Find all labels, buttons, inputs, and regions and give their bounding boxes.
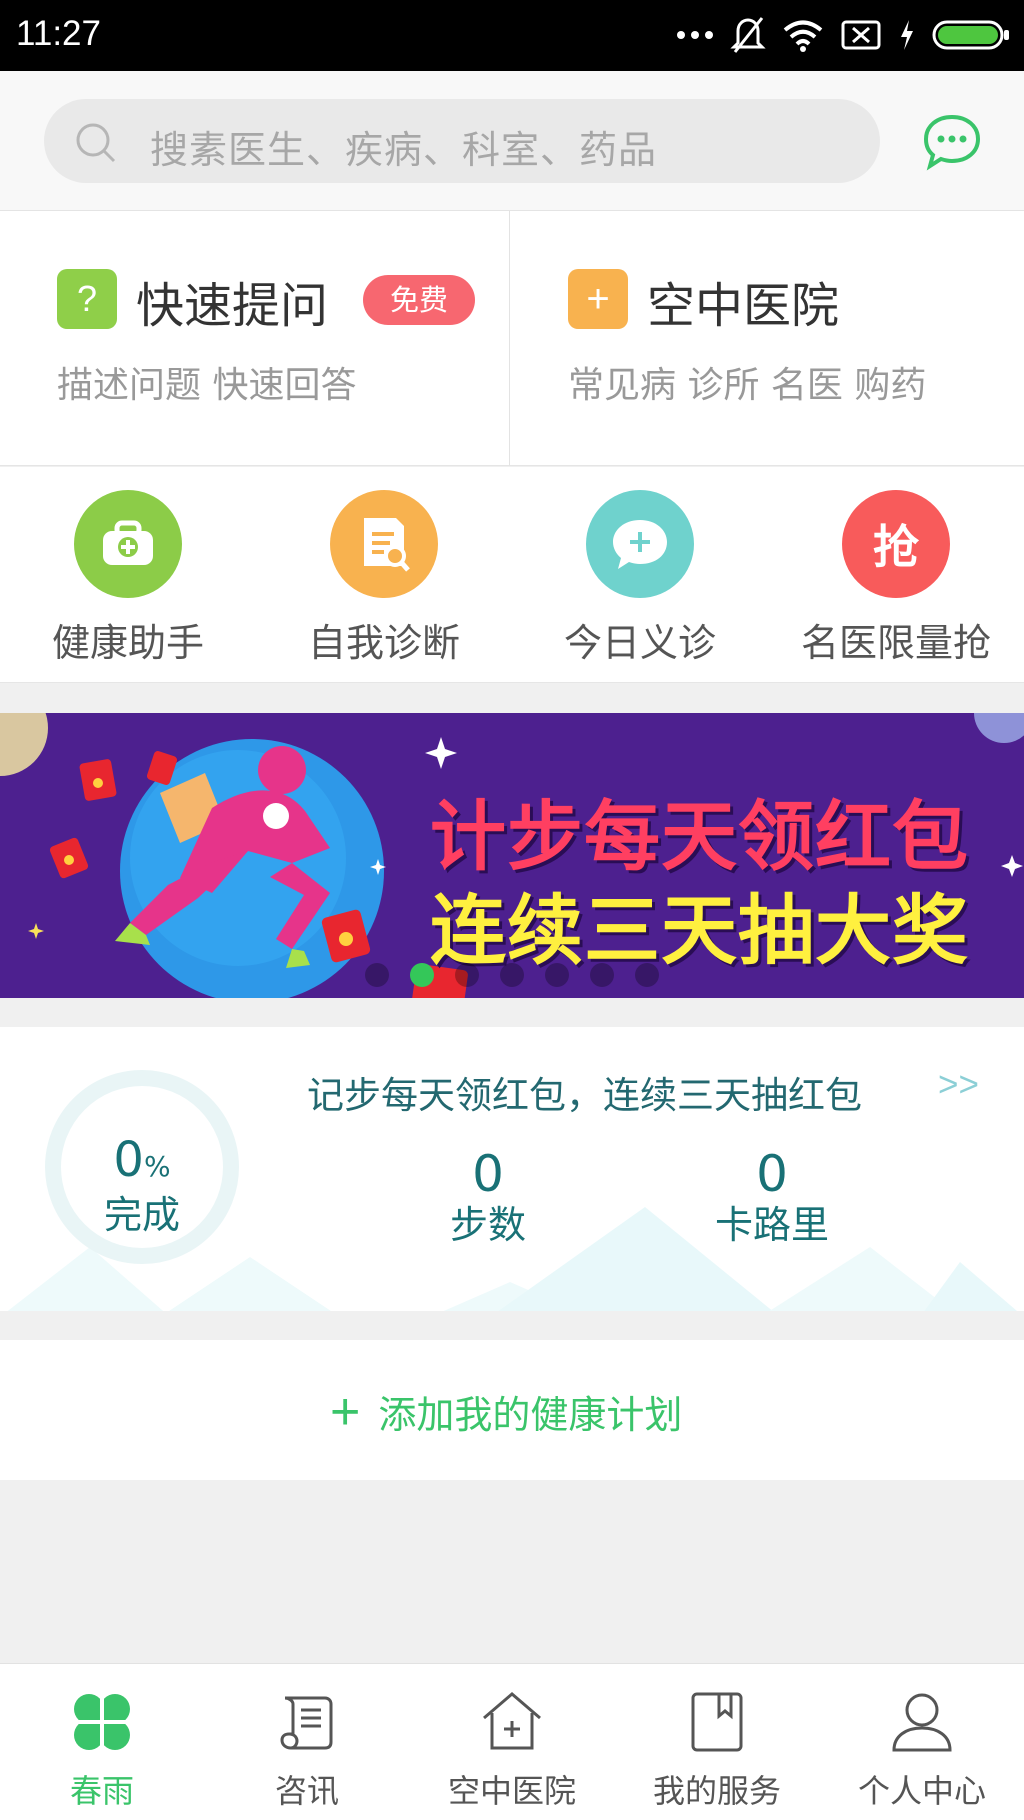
- nav-label-profile: 个人中心: [857, 1772, 986, 1810]
- bottom-navigation: 春雨 咨讯 空中医院 我的服务 个人中心: [0, 1663, 1024, 1820]
- status-bar: 11:27: [0, 0, 1024, 71]
- nav-item-news[interactable]: 咨讯: [205, 1686, 409, 1814]
- hospital-house-icon: [483, 1692, 541, 1750]
- nav-item-chunyu[interactable]: 春雨: [0, 1686, 204, 1814]
- status-time: 11:27: [16, 14, 101, 53]
- nav-label-air-hospital: 空中医院: [447, 1772, 576, 1810]
- air-hospital-subtitle: 常见病 诊所 名医 购药: [568, 365, 927, 406]
- quick-actions-section: ? 快速提问 免费 描述问题 快速回答 + 空中医院 常见病 诊所 名医 购药: [0, 211, 1024, 466]
- plus-icon: +: [568, 269, 628, 329]
- quick-question-subtitle: 描述问题 快速回答: [57, 365, 357, 406]
- quick-question-card[interactable]: ? 快速提问 免费 描述问题 快速回答: [0, 211, 510, 466]
- mute-bell-icon: [730, 17, 766, 53]
- search-icon: [76, 123, 116, 163]
- feature-label-self-diagnosis: 自我诊断: [307, 621, 460, 665]
- progress-label: 完成: [103, 1193, 180, 1237]
- carousel-dot[interactable]: [635, 963, 659, 987]
- clover-icon: [74, 1694, 130, 1750]
- air-hospital-card[interactable]: + 空中医院 常见病 诊所 名医 购药: [511, 211, 1024, 466]
- wifi-icon: [783, 20, 823, 52]
- feature-free-clinic[interactable]: 今日义诊: [512, 490, 768, 680]
- message-icon[interactable]: [922, 111, 982, 171]
- step-promo-arrow[interactable]: >>: [938, 1065, 979, 1105]
- nav-label-my-services: 我的服务: [652, 1772, 781, 1810]
- feature-shortcuts: 健康助手 自我诊断 今日义诊 抢 名医限量抢: [0, 467, 1024, 683]
- step-promo-text[interactable]: 记步每天领红包，连续三天抽红包: [307, 1065, 862, 1119]
- add-health-plan-label: 添加我的健康计划: [378, 1393, 683, 1437]
- steps-value: 0: [472, 1145, 504, 1203]
- progress-value: 0%: [61, 1132, 223, 1188]
- chat-plus-icon: [586, 490, 694, 598]
- carousel-dot[interactable]: [590, 963, 614, 987]
- no-sim-icon: [841, 20, 881, 50]
- battery-icon: [932, 20, 1009, 50]
- calories-stat: 0 卡路里: [682, 1147, 862, 1249]
- progress-number: 0: [113, 1132, 144, 1188]
- feature-label-famous-doctor-grab: 名医限量抢: [800, 621, 991, 665]
- calories-label: 卡路里: [714, 1203, 829, 1247]
- bookmark-book-icon: [691, 1692, 743, 1752]
- person-icon: [892, 1693, 952, 1752]
- promo-banner[interactable]: 计步每天领红包 连续三天抽大奖: [0, 713, 1024, 998]
- feature-label-health-assistant: 健康助手: [51, 621, 204, 665]
- step-counter-card[interactable]: 0% 完成 记步每天领红包，连续三天抽红包 >> 0 步数 0 卡路里: [0, 1027, 1024, 1311]
- calories-value: 0: [756, 1145, 788, 1203]
- nav-label-news: 咨讯: [274, 1772, 339, 1810]
- carousel-dot[interactable]: [365, 963, 389, 987]
- carousel-dot[interactable]: [545, 963, 569, 987]
- status-icons: [676, 14, 1010, 56]
- feature-health-assistant[interactable]: 健康助手: [0, 490, 256, 680]
- carousel-dot[interactable]: [455, 963, 479, 987]
- free-badge: 免费: [363, 275, 475, 325]
- search-placeholder: 搜素医生、疾病、科室、药品: [150, 128, 658, 172]
- nav-item-my-services[interactable]: 我的服务: [615, 1686, 819, 1814]
- health-plan-card[interactable]: + 添加我的健康计划: [0, 1340, 1024, 1480]
- carousel-dot[interactable]: [500, 963, 524, 987]
- scroll-news-icon: [280, 1696, 333, 1750]
- steps-stat: 0 步数: [398, 1147, 578, 1249]
- add-health-plan-button[interactable]: + 添加我的健康计划: [330, 1384, 682, 1439]
- progress-ring: 0% 完成: [45, 1070, 239, 1264]
- quick-question-title: 快速提问: [136, 278, 329, 334]
- charging-bolt-icon: [901, 20, 913, 50]
- carousel-dot-active[interactable]: [410, 963, 434, 987]
- nav-item-profile[interactable]: 个人中心: [820, 1686, 1024, 1814]
- feature-self-diagnosis[interactable]: 自我诊断: [256, 490, 512, 680]
- steps-label: 步数: [449, 1203, 526, 1247]
- feature-label-free-clinic: 今日义诊: [563, 621, 716, 665]
- feature-famous-doctor-grab[interactable]: 抢 名医限量抢: [768, 490, 1024, 680]
- question-icon: ?: [57, 269, 117, 329]
- search-header: 搜素医生、疾病、科室、药品: [0, 71, 1024, 211]
- document-search-icon: [330, 490, 438, 598]
- progress-unit: %: [143, 1150, 171, 1183]
- medical-kit-icon: [74, 490, 182, 598]
- grab-icon-text: 抢: [873, 520, 919, 574]
- nav-item-air-hospital[interactable]: 空中医院: [410, 1686, 614, 1814]
- plus-icon: +: [330, 1382, 361, 1441]
- carousel-dots: [365, 963, 659, 987]
- more-dots-icon: [677, 31, 713, 39]
- air-hospital-title: 空中医院: [647, 278, 840, 334]
- grab-icon: 抢: [842, 490, 950, 598]
- nav-label-chunyu: 春雨: [69, 1772, 134, 1810]
- search-box[interactable]: 搜素医生、疾病、科室、药品: [44, 99, 880, 183]
